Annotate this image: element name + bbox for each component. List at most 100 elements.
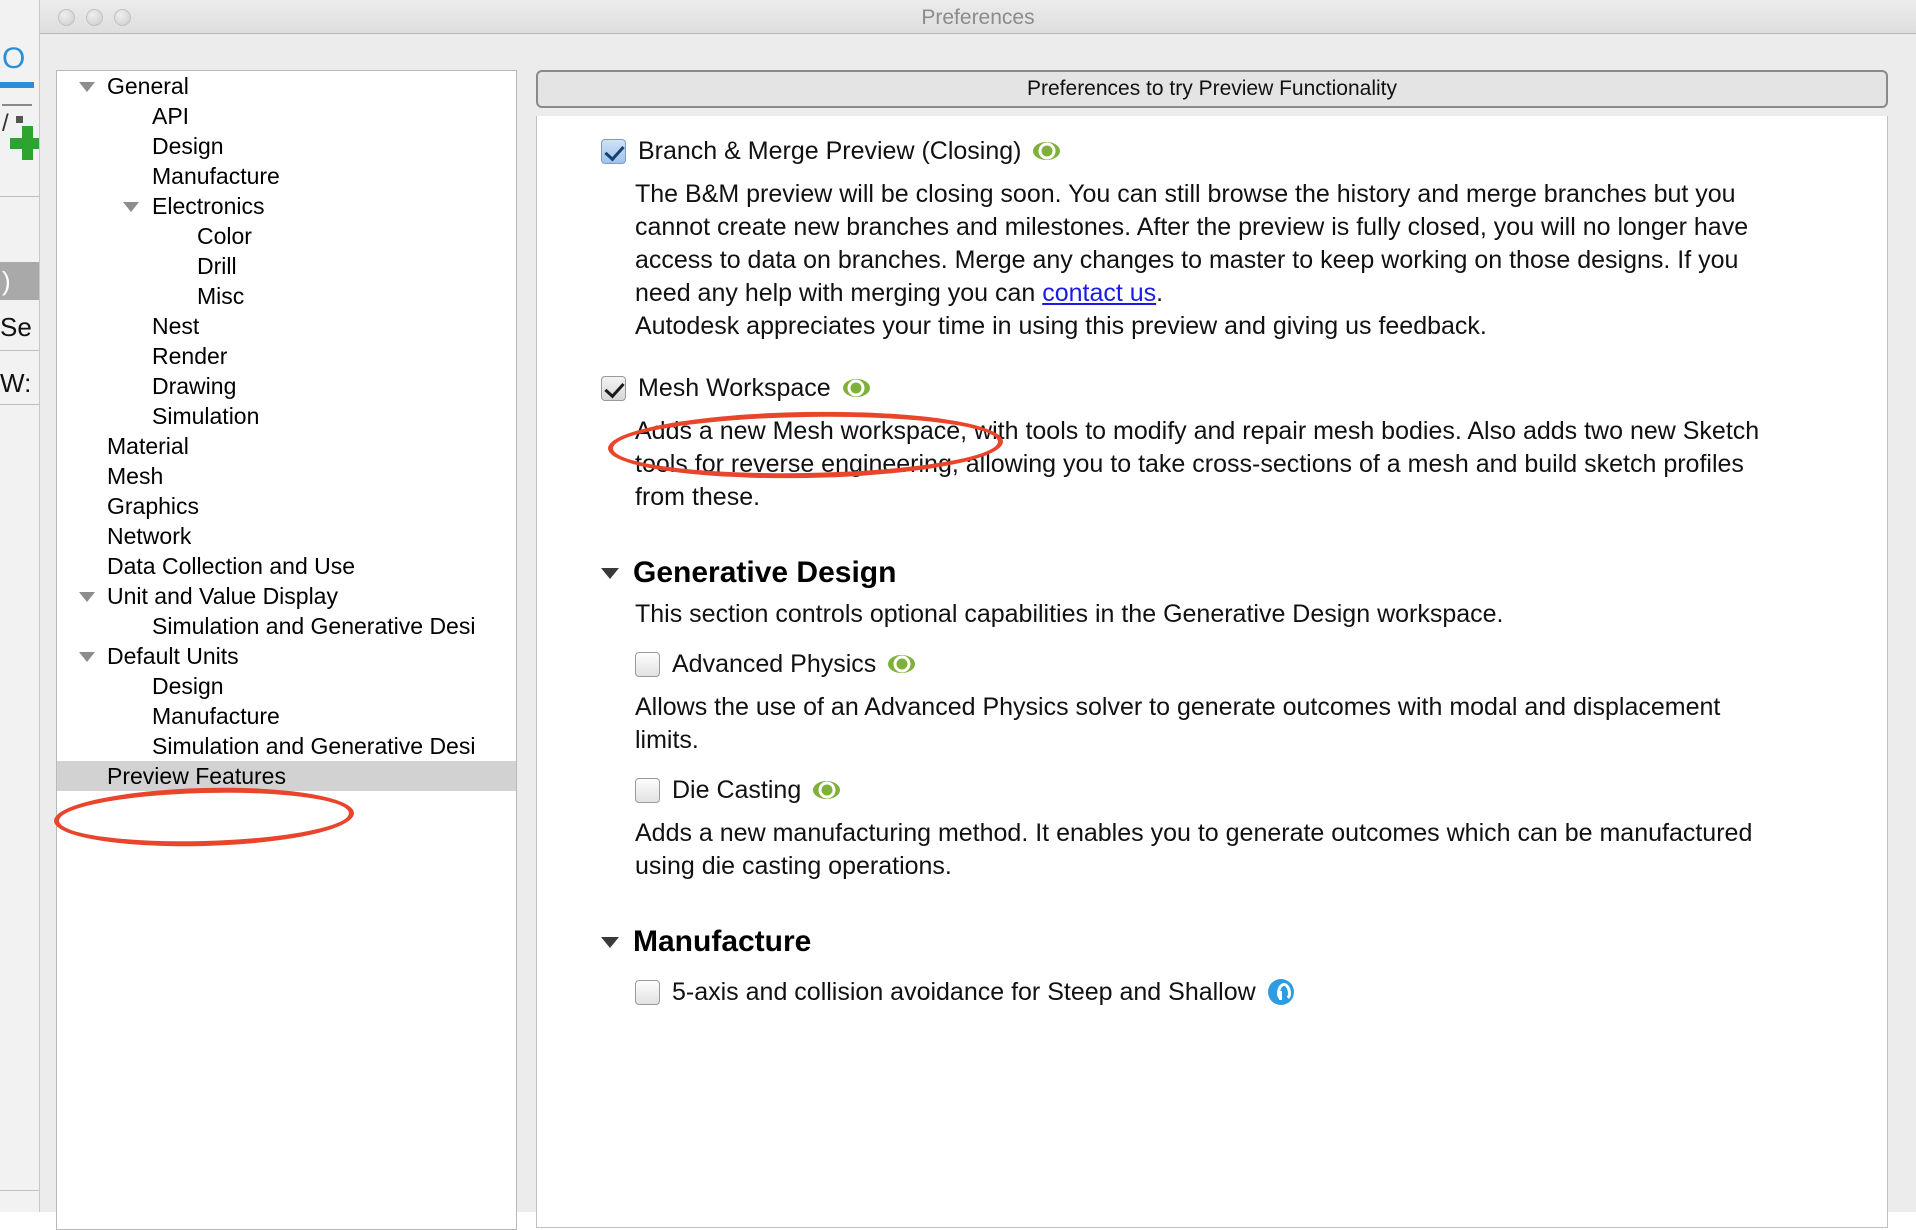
visibility-eye-icon[interactable]: [813, 781, 841, 799]
advanced-physics-row[interactable]: Advanced Physics: [601, 645, 1861, 683]
window-titlebar: Preferences: [40, 0, 1916, 34]
sidebar-item-label: Graphics: [107, 493, 200, 519]
sidebar-item-label: Render: [152, 343, 228, 369]
background-fragment-paren: ): [2, 266, 11, 296]
window-title: Preferences: [921, 6, 1035, 29]
visibility-eye-icon[interactable]: [1033, 142, 1061, 160]
sidebar-item-general[interactable]: General: [57, 71, 516, 101]
five-axis-row[interactable]: 5-axis and collision avoidance for Steep…: [601, 973, 1861, 1011]
sidebar-item-label: Network: [107, 523, 192, 549]
die-casting-checkbox[interactable]: [635, 777, 660, 803]
contact-us-link[interactable]: contact us: [1042, 279, 1156, 307]
sidebar-item-simulation[interactable]: Simulation: [57, 401, 516, 431]
window-body: General API Design Manufacture Electronics Co…: [40, 34, 1916, 1230]
background-divider-3: [0, 350, 39, 351]
sidebar-item-label: Unit and Value Display: [107, 583, 338, 609]
mesh-workspace-row[interactable]: Mesh Workspace: [601, 369, 1861, 407]
sidebar-item-label: API: [152, 103, 190, 129]
sidebar-item-nest[interactable]: Nest: [57, 311, 516, 341]
manufacture-title: Manufacture: [633, 925, 812, 958]
background-divider-2: [0, 196, 39, 197]
background-fragment-se: Se: [0, 312, 32, 342]
background-square-dot: [16, 116, 23, 123]
background-divider-4: [0, 404, 39, 405]
die-casting-description: Adds a new manufacturing method. It enab…: [635, 819, 1753, 880]
sidebar-item-label: Drill: [197, 253, 237, 279]
sidebar-item-label: Nest: [152, 313, 200, 339]
sidebar-item-graphics[interactable]: Graphics: [57, 491, 516, 521]
advanced-physics-description: Allows the use of an Advanced Physics so…: [635, 693, 1721, 754]
generative-design-section-header[interactable]: Generative Design: [601, 556, 1861, 590]
sidebar-item-color[interactable]: Color: [57, 221, 516, 251]
preferences-window: Preferences General API Design Manufacture E…: [40, 0, 1916, 1230]
generative-design-title: Generative Design: [633, 556, 897, 589]
branch-merge-checkbox[interactable]: [601, 138, 626, 164]
die-casting-row[interactable]: Die Casting: [601, 771, 1861, 809]
chevron-down-icon[interactable]: [79, 592, 95, 602]
sidebar-item-unit-and-value-display[interactable]: Unit and Value Display: [57, 581, 516, 611]
branch-merge-label: Branch & Merge Preview (Closing): [638, 136, 1022, 165]
background-application-sliver: O / ) Se W:: [0, 0, 40, 1212]
chevron-down-icon[interactable]: [601, 936, 619, 948]
branch-merge-description-period: .: [1156, 279, 1164, 307]
sidebar-item-label: Drawing: [152, 373, 237, 399]
sidebar-item-misc[interactable]: Misc: [57, 281, 516, 311]
chevron-down-icon[interactable]: [79, 82, 95, 92]
visibility-eye-icon[interactable]: [842, 379, 870, 397]
sidebar-item-design[interactable]: Design: [57, 671, 516, 701]
generative-design-description: This section controls optional capabilit…: [635, 600, 1504, 628]
sidebar-item-label: Manufacture: [152, 703, 280, 729]
sidebar-item-label: Electronics: [152, 193, 265, 219]
sidebar-item-label: Simulation: [152, 403, 260, 429]
sidebar-item-label: Mesh: [107, 463, 164, 489]
sidebar-item-design[interactable]: Design: [57, 131, 516, 161]
sidebar-item-data-collection-and-use[interactable]: Data Collection and Use: [57, 551, 516, 581]
sidebar-item-label: Simulation and Generative Desi…: [152, 733, 477, 759]
sidebar-item-default-units[interactable]: Default Units: [57, 641, 516, 671]
sidebar-item-manufacture[interactable]: Manufacture: [57, 701, 516, 731]
branch-merge-description-text: The B&M preview will be closing soon. Yo…: [635, 180, 1749, 307]
panel-scroll-area[interactable]: Branch & Merge Preview (Closing) The B&M…: [536, 116, 1888, 1228]
mesh-workspace-label: Mesh Workspace: [638, 373, 831, 402]
advanced-physics-checkbox[interactable]: [635, 651, 660, 677]
sidebar-item-manufacture[interactable]: Manufacture: [57, 161, 516, 191]
sidebar-item-label: Misc: [197, 283, 245, 309]
mesh-workspace-checkbox[interactable]: [601, 375, 626, 401]
advanced-physics-label: Advanced Physics: [672, 649, 877, 678]
sidebar-item-label: Preview Features: [107, 763, 286, 789]
blue-wrench-badge-icon[interactable]: [1267, 979, 1294, 1005]
sidebar-item-network[interactable]: Network: [57, 521, 516, 551]
chevron-down-icon[interactable]: [601, 567, 619, 579]
sidebar-item-electronics[interactable]: Electronics: [57, 191, 516, 221]
sidebar-item-mesh[interactable]: Mesh: [57, 461, 516, 491]
branch-merge-description: The B&M preview will be closing soon. Yo…: [601, 170, 1781, 343]
sidebar-item-render[interactable]: Render: [57, 341, 516, 371]
background-fragment-ws: W:: [0, 368, 32, 398]
sidebar-item-material[interactable]: Material: [57, 431, 516, 461]
manufacture-section-header[interactable]: Manufacture: [601, 925, 1861, 959]
sidebar-item-label: Manufacture: [152, 163, 280, 189]
visibility-eye-icon[interactable]: [888, 655, 916, 673]
sidebar-item-simulation-and-generative-desi[interactable]: Simulation and Generative Desi…: [57, 731, 516, 761]
sidebar-item-label: Data Collection and Use: [107, 553, 356, 579]
five-axis-checkbox[interactable]: [635, 979, 660, 1005]
panel-header-title: Preferences to try Preview Functionality: [536, 70, 1888, 108]
branch-merge-preview-row[interactable]: Branch & Merge Preview (Closing): [601, 132, 1861, 170]
sidebar-item-drill[interactable]: Drill: [57, 251, 516, 281]
sidebar-item-simulation-and-generative-desi[interactable]: Simulation and Generative Desi…: [57, 611, 516, 641]
background-fragment-letter: O: [2, 42, 26, 75]
sidebar-item-drawing[interactable]: Drawing: [57, 371, 516, 401]
sidebar-item-api[interactable]: API: [57, 101, 516, 131]
sidebar-item-label: Design: [152, 673, 224, 699]
branch-merge-description-line2: Autodesk appreciates your time in using …: [635, 312, 1487, 340]
background-blue-accent-bar: [0, 82, 34, 88]
preferences-category-tree[interactable]: General API Design Manufacture Electronics Co…: [56, 70, 517, 1230]
sidebar-item-preview-features[interactable]: Preview Features: [57, 761, 516, 791]
background-divider-1: [2, 104, 32, 106]
mesh-workspace-description: Adds a new Mesh workspace, with tools to…: [635, 417, 1760, 511]
five-axis-label: 5-axis and collision avoidance for Steep…: [672, 977, 1256, 1006]
chevron-down-icon[interactable]: [79, 652, 95, 662]
background-fragment-slash: /: [2, 110, 9, 137]
sidebar-item-label: Material: [107, 433, 189, 459]
chevron-down-icon[interactable]: [123, 202, 139, 212]
